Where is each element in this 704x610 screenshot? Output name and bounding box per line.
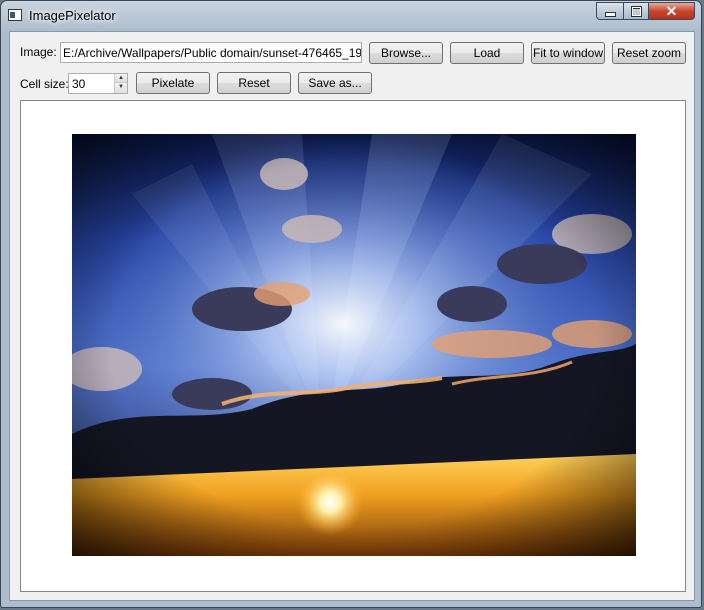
- close-button[interactable]: ✕: [649, 2, 695, 20]
- spin-up-icon[interactable]: ▲: [114, 74, 127, 83]
- fit-to-window-button[interactable]: Fit to window: [531, 42, 605, 64]
- main-panel: Image: E:/Archive/Wallpapers/Public doma…: [9, 31, 695, 601]
- sunset-image: [72, 134, 636, 556]
- spin-down-icon[interactable]: ▼: [114, 83, 127, 93]
- maximize-icon: [630, 5, 642, 17]
- browse-button[interactable]: Browse...: [369, 42, 443, 64]
- image-path-input[interactable]: E:/Archive/Wallpapers/Public domain/suns…: [60, 42, 362, 63]
- reset-zoom-button[interactable]: Reset zoom: [612, 42, 686, 64]
- cell-size-spinbox[interactable]: 30 ▲ ▼: [68, 73, 128, 94]
- window-controls: ✕: [596, 2, 695, 21]
- app-window: ImagePixelator ✕ Image: E:/Archive/Wallp…: [0, 0, 702, 608]
- image-view[interactable]: [20, 100, 686, 592]
- title-bar[interactable]: ImagePixelator ✕: [1, 1, 701, 31]
- close-icon: ✕: [665, 2, 678, 19]
- cell-size-label: Cell size:: [20, 77, 69, 91]
- cell-size-value[interactable]: 30: [72, 77, 85, 91]
- app-icon[interactable]: [8, 9, 22, 21]
- minimize-icon: [604, 11, 616, 17]
- reset-button[interactable]: Reset: [217, 72, 291, 94]
- image-label: Image:: [20, 45, 57, 59]
- load-button[interactable]: Load: [450, 42, 524, 64]
- window-title: ImagePixelator: [29, 8, 116, 23]
- maximize-button[interactable]: [623, 2, 649, 20]
- minimize-button[interactable]: [596, 2, 623, 20]
- sunset-photo-graphic: [72, 134, 636, 556]
- pixelate-button[interactable]: Pixelate: [136, 72, 210, 94]
- save-as-button[interactable]: Save as...: [298, 72, 372, 94]
